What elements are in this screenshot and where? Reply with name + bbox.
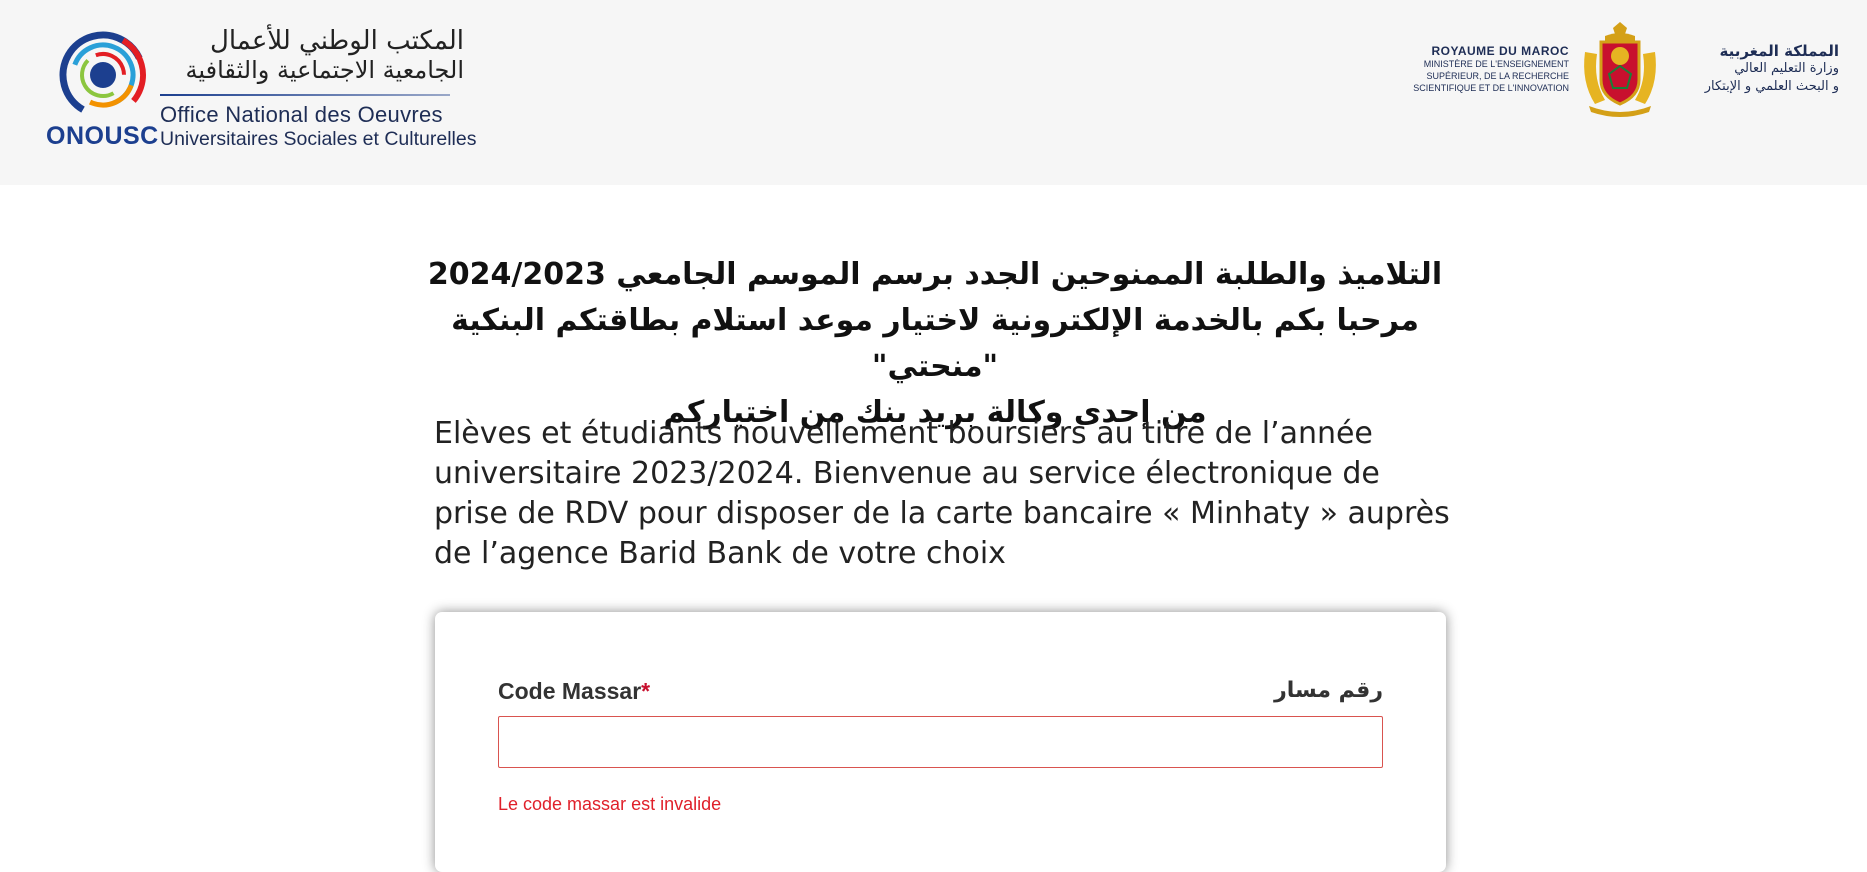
ministry-ar-kingdom: المملكة المغربية (1719, 42, 1839, 60)
arabic-page-title: التلاميذ والطلبة الممنوحين الجدد برسم ال… (400, 252, 1470, 436)
french-intro-text: Elèves et étudiants nouvellement boursie… (434, 416, 1450, 571)
onousc-french-line1: Office National des Oeuvres (160, 102, 443, 127)
royal-coat-of-arms-icon (1584, 22, 1656, 117)
ministry-fr-line3: SCIENTIFIQUE ET DE L'INNOVATION (1413, 83, 1569, 93)
onousc-rings-icon (59, 31, 147, 119)
ministry-arabic-text: المملكة المغربية وزارة التعليم العالي و … (1674, 42, 1839, 96)
onousc-abbr: ONOUSC (46, 122, 159, 150)
ministry-french-text: ROYAUME DU MAROC MINISTÈRE DE L'ENSEIGNE… (1399, 44, 1569, 94)
ministry-ar-line1: وزارة التعليم العالي (1734, 61, 1839, 76)
onousc-arabic-line2: الجامعية الاجتماعية والثقافية (185, 56, 464, 84)
code-massar-label: Code Massar* (498, 678, 650, 705)
ministry-logo[interactable]: ROYAUME DU MAROC MINISTÈRE DE L'ENSEIGNE… (1399, 22, 1839, 122)
arabic-title-line1: التلاميذ والطلبة الممنوحين الجدد برسم ال… (427, 257, 1443, 292)
site-header: ONOUSC المكتب الوطني للأعمال الجامعية ال… (0, 0, 1867, 185)
code-massar-label-arabic: رقم مسار (1274, 678, 1383, 703)
ministry-fr-kingdom: ROYAUME DU MAROC (1431, 44, 1569, 58)
onousc-divider (160, 94, 450, 96)
onousc-logo[interactable]: ONOUSC المكتب الوطني للأعمال الجامعية ال… (44, 26, 476, 156)
ministry-fr-line1: MINISTÈRE DE L'ENSEIGNEMENT (1423, 59, 1569, 69)
code-massar-error: Le code massar est invalide (498, 794, 722, 814)
required-asterisk: * (641, 678, 651, 704)
code-massar-label-text: Code Massar (498, 678, 642, 704)
ministry-fr-line2: SUPÉRIEUR, DE LA RECHERCHE (1426, 71, 1569, 81)
code-massar-input[interactable] (498, 716, 1383, 768)
ministry-ar-line2: و البحث العلمي و الإبتكار (1704, 79, 1839, 94)
onousc-french-line2: Universitaires Sociales et Culturelles (160, 128, 477, 150)
massar-form-card: Code Massar* رقم مسار Le code massar est… (435, 612, 1446, 872)
onousc-arabic-line1: المكتب الوطني للأعمال (209, 26, 464, 56)
arabic-title-line2: مرحبا بكم بالخدمة الإلكترونية لاختيار مو… (451, 303, 1419, 384)
